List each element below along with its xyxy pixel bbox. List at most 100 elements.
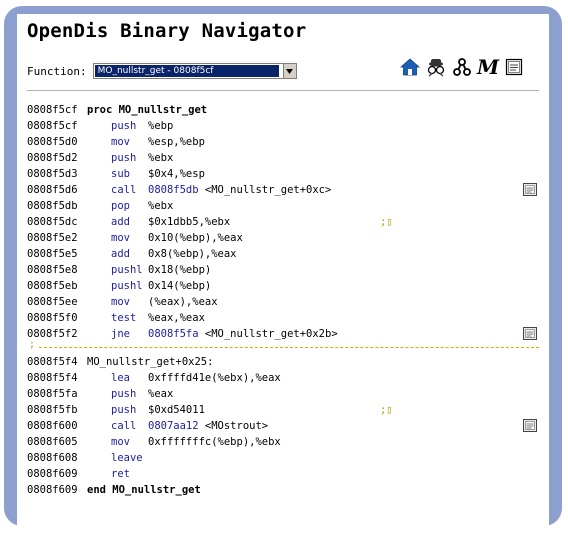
instruction-row: 0808f5f0 test %eax,%eax (17, 310, 549, 326)
notes-icon[interactable] (523, 327, 537, 340)
header-divider (27, 90, 539, 91)
mnemonic: leave (111, 452, 143, 464)
branch-target-link[interactable]: 0807aa12 (148, 420, 199, 432)
mnemonic: push (111, 404, 137, 416)
function-row: Function: MO_nullstr_get - 0808f5cf (27, 62, 297, 80)
address: 0808f5d3 (27, 168, 78, 180)
operand-text: <MOstrout> (198, 420, 269, 432)
instruction-row: 0808f600 call 0807aa12 <MOstrout> (17, 418, 549, 434)
separator-semicolon: ; (29, 339, 36, 350)
operand-text: <MO_nullstr_get+0x2b> (198, 328, 338, 340)
operand-text: $0x4,%esp (148, 168, 205, 180)
m-icon-text: M (476, 55, 500, 79)
operands: 0x8(%ebp),%eax (148, 246, 237, 262)
mnemonic: mov (111, 436, 130, 448)
operands: %ebx (148, 198, 173, 214)
operand-text: %ebx (148, 152, 174, 164)
address: 0808f5d6 (27, 184, 78, 196)
address: 0808f5cf (27, 120, 78, 132)
home-icon[interactable] (399, 56, 421, 78)
notes-icon[interactable] (503, 56, 525, 78)
operands: $0x4,%esp (148, 166, 205, 182)
instruction-row: 0808f5d0 mov %esp,%ebp (17, 134, 549, 150)
address: 0808f600 (27, 420, 78, 432)
address: 0808f5eb (27, 280, 78, 292)
operands: (%eax),%eax (148, 294, 218, 310)
operand-text: %ebx (148, 200, 174, 212)
proc-row: 0808f5cf proc MO_nullstr_get (17, 102, 549, 118)
address: 0808f5d2 (27, 152, 78, 164)
instruction-row: 0808f5db pop %ebx (17, 198, 549, 214)
operands: $0xd54011 (148, 402, 205, 418)
operands: 0808f5db <MO_nullstr_get+0xc> (148, 182, 331, 198)
address: 0808f5cf (27, 104, 78, 116)
mnemonic: pushl (111, 264, 143, 276)
address: 0808f5dc (27, 216, 78, 228)
operands: %esp,%ebp (148, 134, 205, 150)
operands: 0xffffd41e(%ebx),%eax (148, 370, 281, 386)
address: 0808f608 (27, 452, 78, 464)
function-label: Function: (27, 64, 87, 78)
operand-text: (%eax),%eax (148, 296, 218, 308)
operands: 0808f5fa <MO_nullstr_get+0x2b> (148, 326, 338, 342)
notes-icon[interactable] (523, 419, 537, 432)
instruction-row: 0808f605 mov 0xfffffffc(%ebp),%ebx (17, 434, 549, 450)
instruction-row: 0808f5fa push %eax (17, 386, 549, 402)
mnemonic: pop (111, 200, 130, 212)
operand-text: %esp,%ebp (148, 136, 205, 148)
address: 0808f609 (27, 484, 78, 496)
instruction-row: 0808f5d6 call 0808f5db <MO_nullstr_get+0xc… (17, 182, 549, 198)
proc-header: proc MO_nullstr_get (87, 104, 208, 116)
operands: 0x10(%ebp),%eax (148, 230, 243, 246)
operands: 0x18(%ebp) (148, 262, 211, 278)
instruction-row: 0808f5ee mov (%eax),%eax (17, 294, 549, 310)
branch-target-link[interactable]: 0808f5fa (148, 328, 199, 340)
mnemonic: push (111, 388, 137, 400)
address: 0808f5f0 (27, 312, 78, 324)
instruction-row: 0808f5f4 lea 0xffffd41e(%ebx),%eax (17, 370, 549, 386)
operand-text: $0x1dbb5,%ebx (148, 216, 231, 228)
operand-text: 0xffffd41e(%ebx),%eax (148, 372, 281, 384)
operands: 0x14(%ebp) (148, 278, 211, 294)
function-select[interactable]: MO_nullstr_get - 0808f5cf (92, 63, 297, 79)
mnemonic: add (111, 216, 130, 228)
operands: $0x1dbb5,%ebx (148, 214, 230, 230)
separator-line (39, 347, 539, 348)
branch-target-link[interactable]: 0808f5db (148, 184, 199, 196)
operands: %eax (148, 386, 173, 402)
instruction-row: 0808f5e5 add 0x8(%ebp),%eax (17, 246, 549, 262)
mnemonic: mov (111, 296, 130, 308)
operand-text: 0xfffffffc(%ebp),%ebx (148, 436, 281, 448)
address: 0808f5e2 (27, 232, 78, 244)
operand-text: <MO_nullstr_get+0xc> (198, 184, 332, 196)
address: 0808f5e5 (27, 248, 78, 260)
block-separator: ; (17, 339, 549, 354)
instruction-row: 0808f5d3 sub $0x4,%esp (17, 166, 549, 182)
instruction-row: 0808f5cf push %ebp (17, 118, 549, 134)
mnemonic: add (111, 248, 130, 260)
address: 0808f5d0 (27, 136, 78, 148)
comment: ;▯ (380, 404, 393, 416)
toolbar: M (399, 56, 525, 78)
mnemonic: call (111, 420, 137, 432)
operand-text: 0x14(%ebp) (148, 280, 212, 292)
operands: %ebp (148, 118, 173, 134)
notes-icon[interactable] (523, 183, 537, 196)
m-icon[interactable]: M (477, 56, 499, 78)
code-label: MO_nullstr_get+0x25: (87, 356, 214, 368)
instruction-row: 0808f5e2 mov 0x10(%ebp),%eax (17, 230, 549, 246)
disassembly-listing: 0808f5cf proc MO_nullstr_get 0808f5cf push%… (17, 102, 549, 498)
operand-text: %ebp (148, 120, 174, 132)
operand-text: 0x8(%ebp),%eax (148, 248, 237, 260)
main-panel: OpenDis Binary Navigator Function: MO_nu… (17, 14, 549, 534)
graph-icon[interactable] (451, 56, 473, 78)
operands: 0807aa12 <MOstrout> (148, 418, 268, 434)
operand-text: 0x10(%ebp),%eax (148, 232, 243, 244)
mnemonic: push (111, 152, 137, 164)
chevron-down-icon[interactable] (282, 64, 296, 78)
instruction-row: 0808f5f2 jne 0808f5fa <MO_nullstr_get+0x2b… (17, 326, 549, 342)
mnemonic: lea (111, 372, 130, 384)
address: 0808f5f4 (27, 356, 78, 368)
instruction-row: 0808f5d2 push %ebx (17, 150, 549, 166)
spy-icon[interactable] (425, 56, 447, 78)
